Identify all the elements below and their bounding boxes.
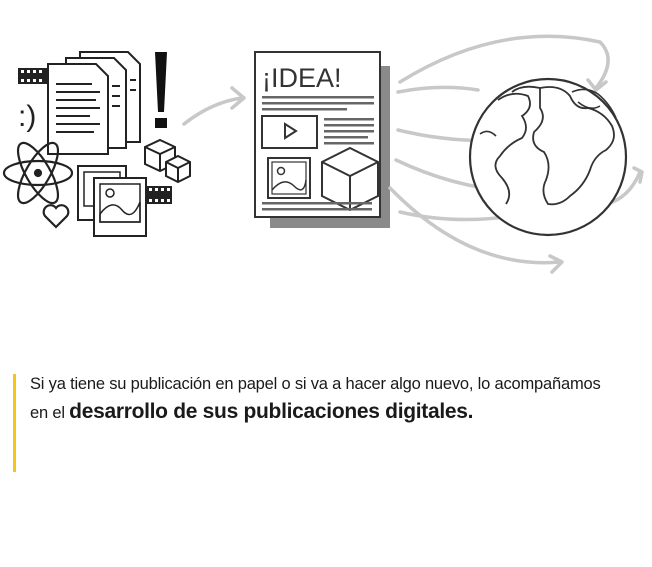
poster-heading: ¡IDEA! [262,63,342,93]
intro-line-2: en el desarrollo de sus publicaciones di… [30,398,650,427]
intro-line-2-prefix: en el [30,404,70,422]
illustration: :) ¡IDEA! [2,34,644,274]
photos-icon [77,165,172,237]
heart-icon [42,204,70,229]
arrow-icon [182,96,244,126]
intro-line-1: Si ya tiene su publicación en papel o si… [30,375,601,393]
film-strip-icon [18,68,48,84]
poster-icon: ¡IDEA! [254,51,390,228]
intro-text: Si ya tiene su publicación en papel o si… [30,370,650,427]
cube-icon [321,146,379,212]
exclamation-icon [155,52,167,128]
cubes-icon [144,138,191,184]
accent-bar [13,374,16,472]
documents-icon [47,51,141,155]
globe-icon [468,77,628,237]
intro-emphasis: desarrollo de sus publicaciones digitale… [69,400,474,423]
smiley-icon: :) [18,100,36,133]
